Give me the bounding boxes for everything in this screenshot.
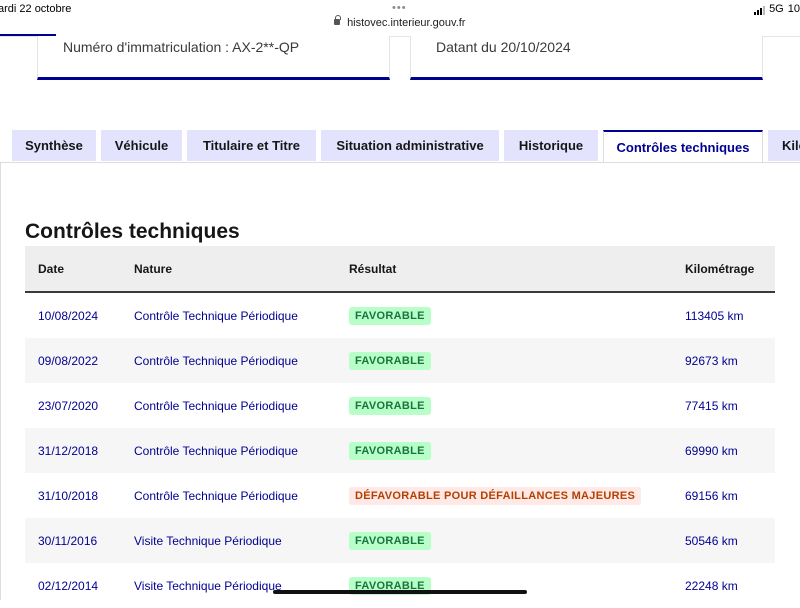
cell-nature: Visite Technique Périodique xyxy=(121,518,336,563)
cell-date: 31/10/2018 xyxy=(38,488,99,503)
registration-card: Numéro d'immatriculation : AX-2**-QP xyxy=(37,36,390,80)
cell-nature: Contrôle Technique Périodique xyxy=(121,428,336,473)
cell-mileage: 113405 km xyxy=(685,308,744,323)
cell-nature: Contrôle Technique Périodique xyxy=(121,338,336,383)
cell-date: 30/11/2016 xyxy=(25,518,121,563)
header-nature: Nature xyxy=(121,246,336,293)
cell-result: FAVORABLE xyxy=(336,563,672,608)
table-row: 31/12/2018 Contrôle Technique Périodique… xyxy=(25,428,775,473)
home-indicator[interactable] xyxy=(273,590,527,594)
result-badge: FAVORABLE xyxy=(349,396,431,415)
cell-date: 23/07/2020 xyxy=(38,398,99,413)
table-row: 02/12/2014 Visite Technique Périodique F… xyxy=(25,563,775,608)
cell-mileage: 92673 km xyxy=(672,338,775,383)
cell-nature: Contrôle Technique Périodique xyxy=(134,398,298,413)
header-date: Date xyxy=(25,246,121,293)
report-date: Datant du 20/10/2024 xyxy=(436,39,571,55)
cell-date: 02/12/2014 xyxy=(38,578,99,593)
tab-vehicule[interactable]: Véhicule xyxy=(101,130,182,161)
cell-nature: Contrôle Technique Périodique xyxy=(134,308,298,323)
inspections-table: Date Nature Résultat Kilométrage 10/08/2… xyxy=(25,246,775,608)
tab-historique[interactable]: Historique xyxy=(504,130,598,161)
tab-situation-administrative[interactable]: Situation administrative xyxy=(321,130,499,161)
signal-icon xyxy=(754,6,766,15)
cell-result: FAVORABLE xyxy=(336,292,672,338)
address-bar[interactable]: histovec.interieur.gouv.fr xyxy=(334,15,466,29)
section-title: Contrôles techniques xyxy=(25,220,240,243)
tab-controles-techniques[interactable]: Contrôles techniques xyxy=(603,130,763,163)
result-badge: DÉFAVORABLE POUR DÉFAILLANCES MAJEURES xyxy=(349,486,642,505)
more-dots-icon[interactable]: ••• xyxy=(392,2,407,14)
lock-icon xyxy=(334,15,341,25)
tab-titulaire[interactable]: Titulaire et Titre xyxy=(187,130,316,161)
cell-mileage: 69990 km xyxy=(672,428,775,473)
cell-result: FAVORABLE xyxy=(336,338,672,383)
cell-date: 10/08/2024 xyxy=(38,308,99,323)
date-card: Datant du 20/10/2024 xyxy=(410,36,763,80)
header-mileage: Kilométrage xyxy=(672,246,775,293)
status-bar: ardi 22 octobre ••• histovec.interieur.g… xyxy=(0,0,800,37)
cell-date: 09/08/2022 xyxy=(25,338,121,383)
cell-mileage: 50546 km xyxy=(672,518,775,563)
table-row: 23/07/2020 Contrôle Technique Périodique… xyxy=(25,383,775,428)
cell-mileage: 77415 km xyxy=(685,398,738,413)
cell-result: FAVORABLE xyxy=(336,383,672,428)
table-row: 30/11/2016 Visite Technique Périodique F… xyxy=(25,518,775,563)
cell-nature: Visite Technique Périodique xyxy=(134,578,282,593)
result-badge: FAVORABLE xyxy=(349,441,431,460)
tab-bar: Synthèse Véhicule Titulaire et Titre Sit… xyxy=(0,130,800,163)
table-row: 09/08/2022 Contrôle Technique Périodique… xyxy=(25,338,775,383)
tab-kilometrage[interactable]: Kilo xyxy=(768,130,800,161)
cell-result: FAVORABLE xyxy=(336,428,672,473)
cell-date: 31/12/2018 xyxy=(25,428,121,473)
registration-number: Numéro d'immatriculation : AX-2**-QP xyxy=(63,39,300,55)
cell-result: FAVORABLE xyxy=(336,518,672,563)
result-badge: FAVORABLE xyxy=(349,531,431,550)
status-date: ardi 22 octobre xyxy=(0,3,72,15)
url-text: histovec.interieur.gouv.fr xyxy=(347,17,466,29)
cell-mileage: 69156 km xyxy=(685,488,738,503)
network-label: 5G xyxy=(769,3,784,15)
table-header-row: Date Nature Résultat Kilométrage xyxy=(25,246,775,293)
result-badge: FAVORABLE xyxy=(349,351,431,370)
status-indicators: 5G 10 xyxy=(754,3,800,15)
status-time: 10 xyxy=(787,3,800,15)
result-badge: FAVORABLE xyxy=(349,306,431,325)
tab-synthese[interactable]: Synthèse xyxy=(12,130,96,161)
cell-nature: Contrôle Technique Périodique xyxy=(134,488,298,503)
cell-result: DÉFAVORABLE POUR DÉFAILLANCES MAJEURES xyxy=(336,473,672,518)
table-row: 31/10/2018 Contrôle Technique Périodique… xyxy=(25,473,775,518)
header-result: Résultat xyxy=(336,246,672,293)
cell-mileage: 22248 km xyxy=(685,578,738,593)
table-row: 10/08/2024 Contrôle Technique Périodique… xyxy=(25,292,775,338)
